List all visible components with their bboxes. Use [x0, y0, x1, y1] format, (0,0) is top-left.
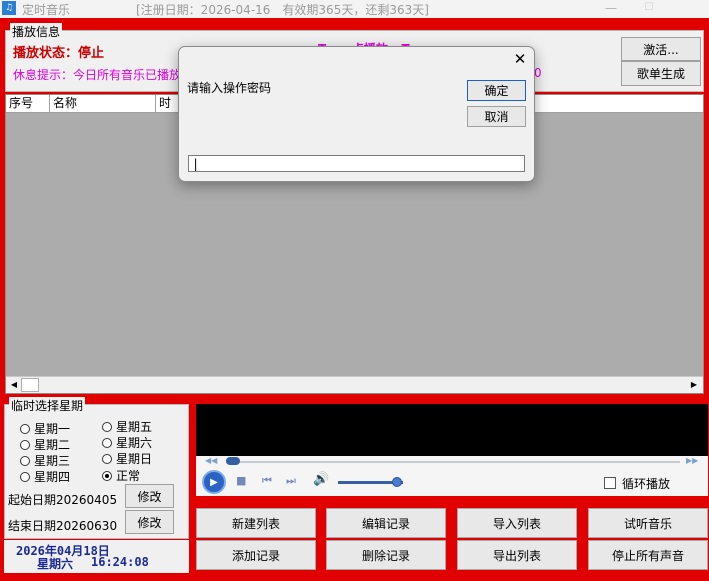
temp-weekday-label: 临时选择星期: [9, 397, 86, 414]
rest-tip: 休息提示：今日所有音乐已播放: [13, 68, 182, 82]
radio-button-icon[interactable]: [102, 470, 112, 481]
radio-button-icon[interactable]: [102, 453, 112, 464]
seek-thumb[interactable]: [226, 457, 240, 465]
play-info-label: 播放信息: [10, 23, 63, 40]
radio-button-icon[interactable]: [20, 471, 30, 482]
delete-record-button[interactable]: 删除记录: [326, 540, 446, 570]
stop-icon[interactable]: ■: [236, 474, 246, 487]
window-title: 定时音乐: [22, 3, 71, 17]
column-header-time[interactable]: 时: [156, 95, 180, 113]
clock-weekday: 星期六: [37, 557, 74, 571]
weekday-radio[interactable]: 星期一: [20, 420, 70, 437]
ok-button[interactable]: 确定: [467, 80, 526, 101]
seek-back-icon: ◀◀: [205, 456, 218, 465]
previous-icon[interactable]: ⏮: [262, 474, 272, 488]
scroll-thumb[interactable]: [21, 378, 39, 392]
new-list-button[interactable]: 新建列表: [196, 508, 316, 538]
radio-button-icon[interactable]: [102, 437, 112, 448]
scroll-left-icon[interactable]: ◀: [8, 379, 20, 391]
loop-label: 循环播放: [622, 477, 671, 491]
minimize-button[interactable]: —: [596, 0, 626, 18]
password-prompt: 请输入操作密码: [187, 81, 272, 95]
radio-button-icon[interactable]: [20, 455, 30, 466]
maximize-button[interactable]: ☐: [634, 0, 664, 18]
registration-info: [注册日期：2026-04-16 有效期365天，还剩363天]: [136, 3, 429, 17]
radio-button-icon[interactable]: [102, 421, 112, 432]
weekday-radio[interactable]: 正常: [102, 467, 140, 484]
horizontal-scrollbar[interactable]: ◀ ▶: [6, 376, 703, 393]
seek-forward-icon: ▶▶: [686, 456, 699, 465]
radio-button-icon[interactable]: [20, 439, 30, 450]
weekday-radio[interactable]: 星期日: [102, 450, 152, 467]
clock-time: 16:24:08: [91, 555, 149, 569]
weekday-radio-label: 星期日: [116, 452, 153, 466]
volume-thumb[interactable]: [392, 477, 402, 487]
weekday-radio[interactable]: 星期三: [20, 452, 70, 469]
play-icon[interactable]: ▶: [202, 470, 226, 494]
cancel-button[interactable]: 取消: [467, 106, 526, 127]
test-music-button[interactable]: 试听音乐: [588, 508, 708, 538]
loop-checkbox[interactable]: [604, 477, 616, 489]
start-date: 起始日期20260405: [8, 493, 118, 507]
edit-end-date-button[interactable]: 修改: [125, 510, 174, 534]
weekday-radio-label: 星期六: [116, 436, 153, 450]
clock-panel: 2026年04月18日 星期六 16:24:08: [4, 540, 189, 573]
edit-record-button[interactable]: 编辑记录: [326, 508, 446, 538]
seek-bar[interactable]: [226, 461, 680, 463]
column-header-seq[interactable]: 序号: [6, 95, 50, 113]
import-list-button[interactable]: 导入列表: [457, 508, 577, 538]
weekday-radio-label: 星期四: [34, 470, 71, 484]
weekday-radio[interactable]: 星期四: [20, 468, 70, 485]
weekday-radio-label: 星期一: [34, 422, 71, 436]
weekday-radio-label: 星期五: [116, 420, 153, 434]
app-icon: ♫: [2, 1, 16, 15]
temp-weekday-panel: 临时选择星期 起始日期20260405 修改 结束日期20260630 修改 星…: [4, 397, 189, 539]
weekday-radio[interactable]: 星期五: [102, 418, 152, 435]
add-record-button[interactable]: 添加记录: [196, 540, 316, 570]
activate-button[interactable]: 激活...: [621, 37, 701, 61]
export-list-button[interactable]: 导出列表: [457, 540, 577, 570]
end-date: 结束日期20260630: [8, 519, 118, 533]
video-area: [196, 404, 708, 456]
tip-trailing: 0: [534, 66, 542, 80]
weekday-radio-label: 星期三: [34, 454, 71, 468]
weekday-radio[interactable]: 星期二: [20, 436, 70, 453]
weekday-radio-label: 正常: [116, 469, 141, 483]
next-icon[interactable]: ⏭: [286, 474, 296, 488]
title-bar: ♫ 定时音乐 [注册日期：2026-04-16 有效期365天，还剩363天] …: [0, 0, 709, 18]
stop-all-sound-button[interactable]: 停止所有声音: [588, 540, 708, 570]
password-dialog: ✕ 请输入操作密码 确定 取消: [178, 46, 535, 182]
playlist-generate-button[interactable]: 歌单生成: [621, 61, 701, 86]
radio-button-icon[interactable]: [20, 423, 30, 434]
volume-icon[interactable]: 🔊: [313, 472, 329, 487]
password-input[interactable]: [188, 155, 525, 172]
weekday-radio[interactable]: 星期六: [102, 434, 152, 451]
scroll-right-icon[interactable]: ▶: [688, 379, 700, 391]
play-status: 播放状态：停止: [13, 46, 105, 61]
column-header-name[interactable]: 名称: [50, 95, 156, 113]
close-icon[interactable]: ✕: [509, 49, 531, 69]
edit-start-date-button[interactable]: 修改: [125, 484, 174, 508]
weekday-radio-label: 星期二: [34, 438, 71, 452]
media-controls: ◀◀ ▶▶ ▶ ■ ⏮ ⏭ 🔊 循环播放: [196, 456, 708, 496]
